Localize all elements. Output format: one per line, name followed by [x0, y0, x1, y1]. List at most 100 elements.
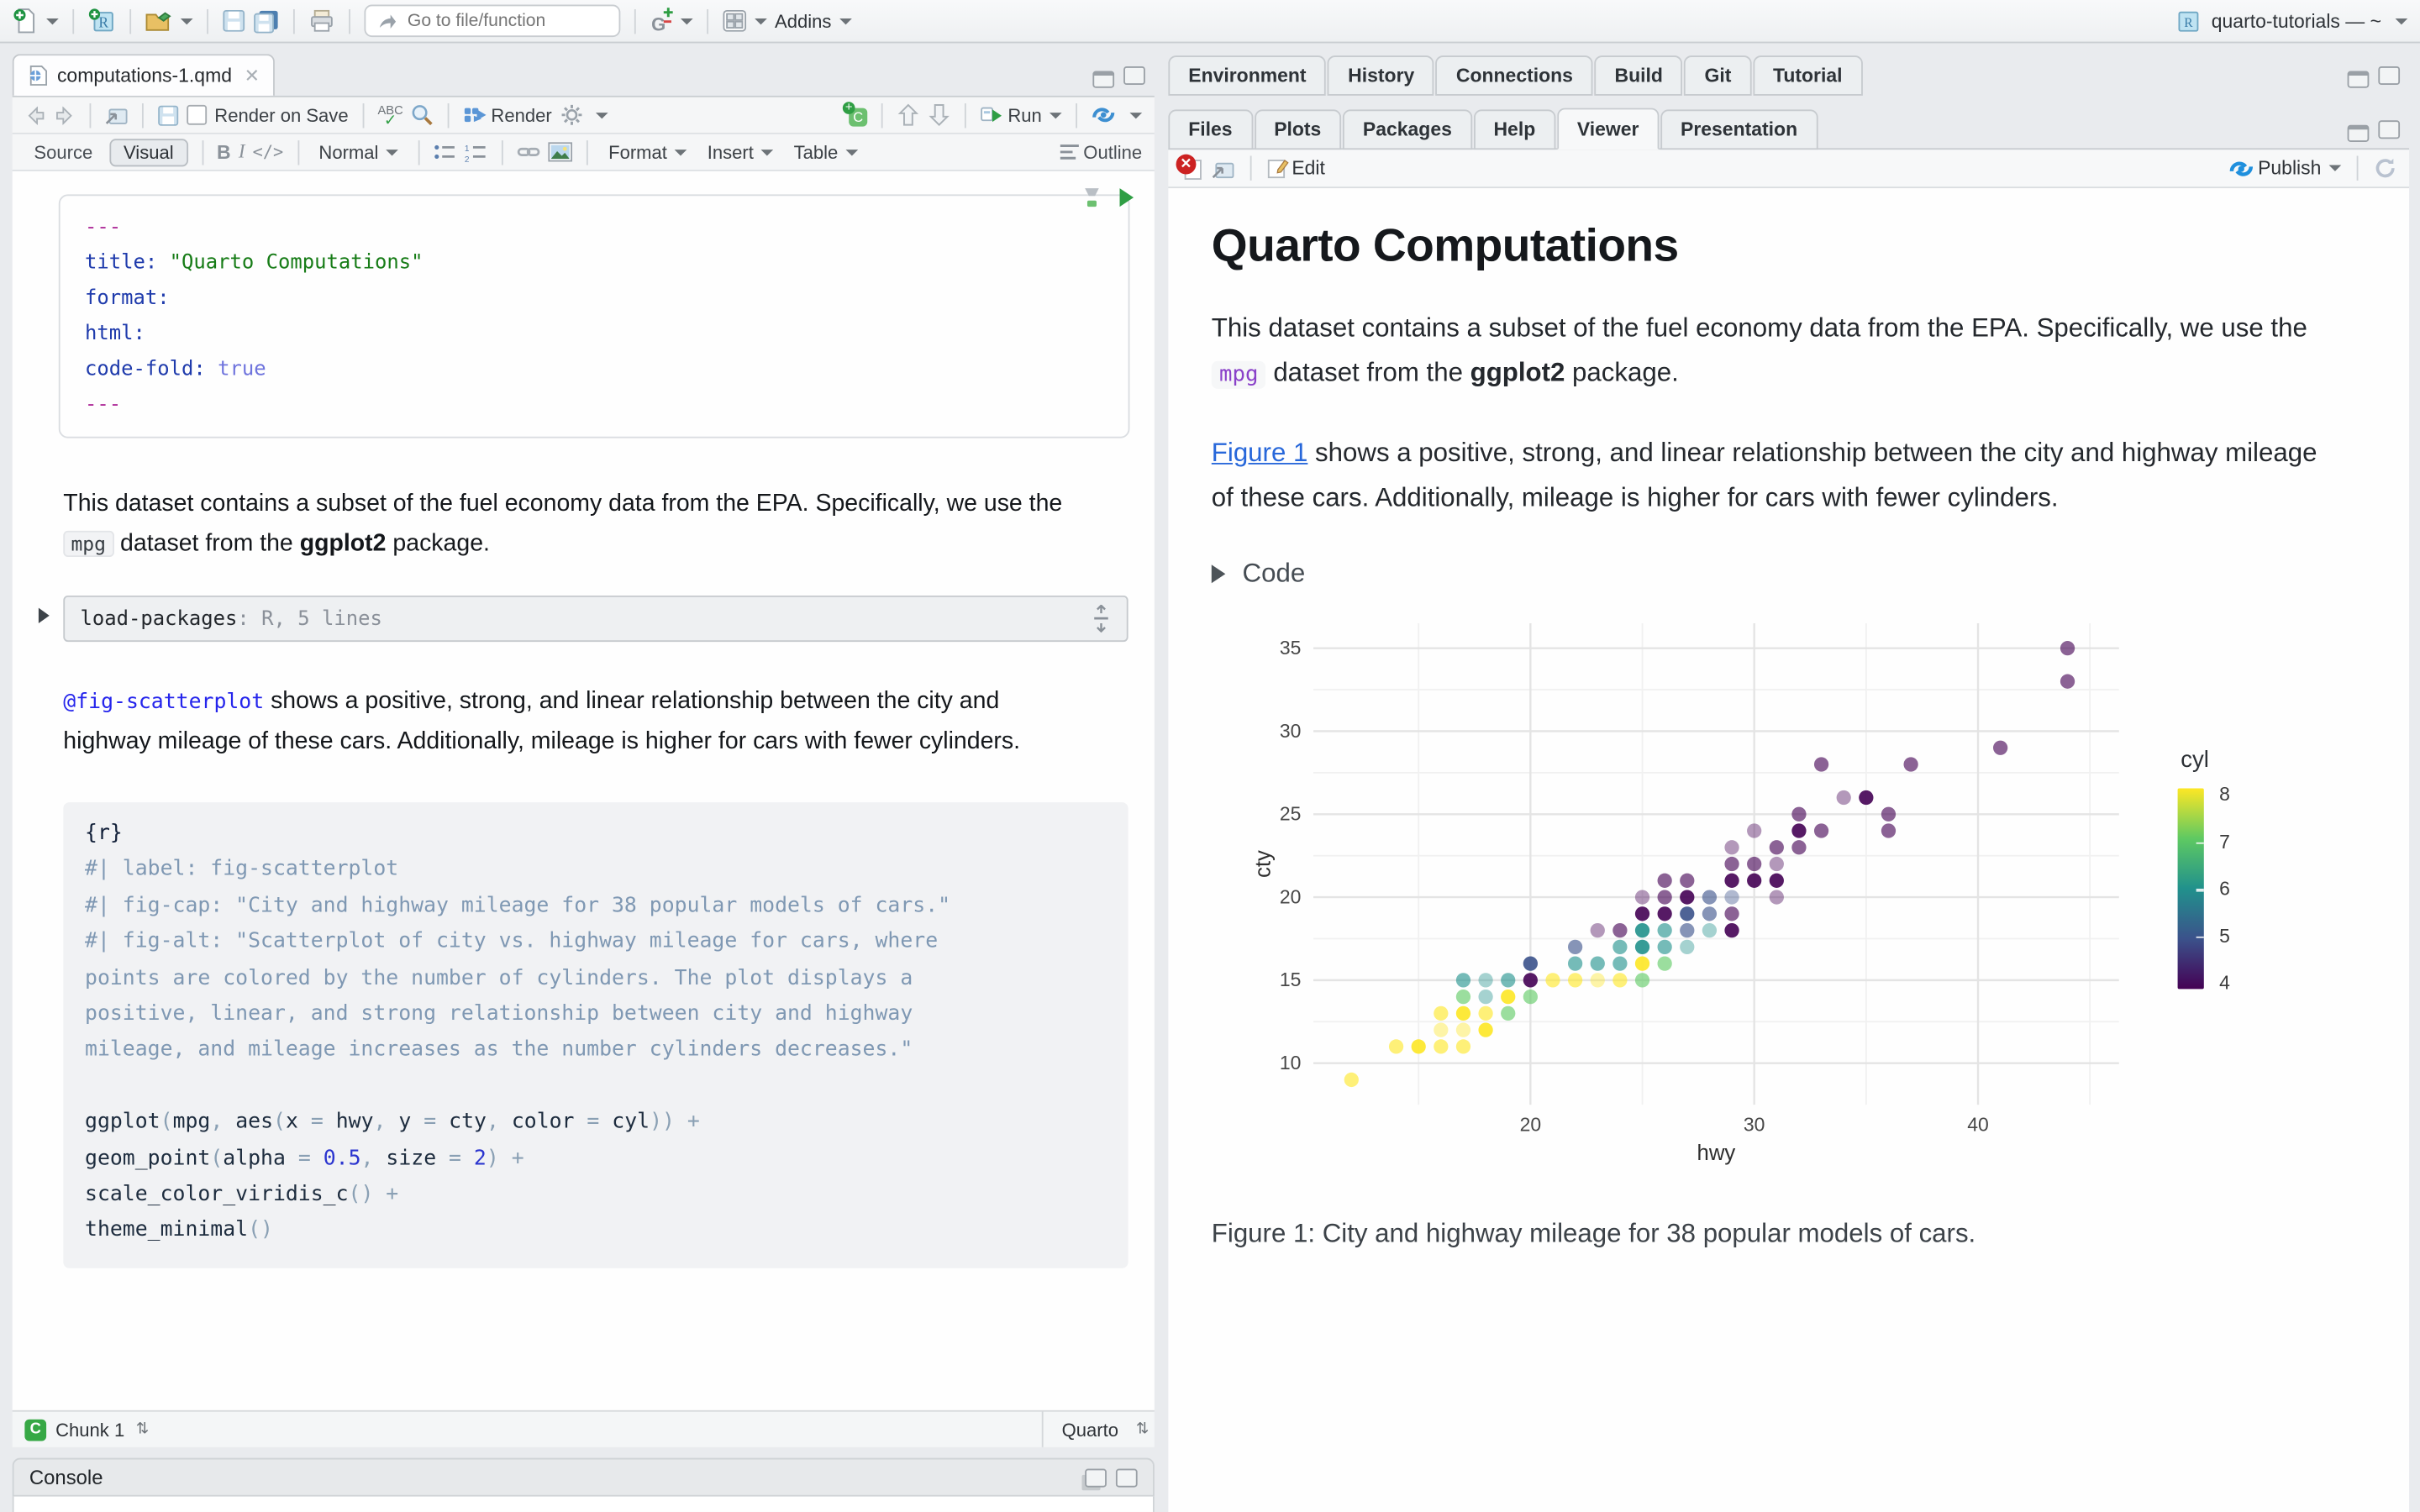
chevron-down-icon	[46, 18, 59, 24]
paragraph-style-select[interactable]: Normal	[313, 141, 405, 163]
chunk-load-packages[interactable]: load-packages: R, 5 lines	[63, 596, 1128, 642]
open-file-button[interactable]	[145, 9, 193, 33]
visual-mode-button[interactable]: Visual	[109, 138, 187, 165]
run-previous-icon[interactable]	[897, 103, 920, 127]
expand-collapse-icon[interactable]	[1092, 605, 1112, 633]
refresh-icon[interactable]	[2374, 157, 2397, 179]
editor-canvas[interactable]: ---title: "Quarto Computations"format: h…	[13, 171, 1155, 1410]
tab-environment[interactable]: Environment	[1168, 55, 1326, 96]
tab-build[interactable]: Build	[1595, 55, 1683, 96]
chunk-options-icon[interactable]	[1082, 186, 1102, 208]
yaml-front-matter[interactable]: ---title: "Quarto Computations"format: h…	[59, 194, 1130, 438]
table-menu[interactable]: Table	[787, 141, 864, 163]
console-header[interactable]: Console	[13, 1458, 1155, 1497]
editor-paragraph-2[interactable]: @fig-scatterplot shows a positive, stron…	[63, 682, 1092, 763]
tab-packages[interactable]: Packages	[1343, 109, 1472, 150]
numbered-list-icon[interactable]: 12	[465, 143, 488, 161]
publish-button[interactable]: Publish	[2228, 157, 2341, 179]
bullet-list-icon[interactable]	[434, 143, 458, 161]
console-pane: Console	[13, 1458, 1155, 1512]
console-body[interactable]	[13, 1497, 1155, 1512]
new-project-button[interactable]: R	[88, 8, 116, 34]
render-icon	[463, 105, 487, 125]
search-icon[interactable]	[411, 103, 434, 127]
stop-button[interactable]: ✕	[1181, 156, 1202, 180]
outline-toggle[interactable]: Outline	[1059, 141, 1142, 163]
code-format-button[interactable]: </>	[253, 142, 284, 162]
save-button[interactable]	[222, 9, 245, 33]
close-icon[interactable]: ✕	[245, 65, 260, 87]
minimize-pane-icon[interactable]	[2348, 71, 2370, 87]
main-toolbar: R G Addi	[0, 0, 2420, 43]
link-icon[interactable]	[518, 142, 541, 162]
popout-icon[interactable]	[1212, 158, 1235, 178]
tab-git[interactable]: Git	[1685, 55, 1752, 96]
tab-plots[interactable]: Plots	[1254, 109, 1341, 150]
git-button[interactable]: G	[650, 8, 692, 34]
tab-files[interactable]: Files	[1168, 109, 1252, 150]
forward-icon[interactable]	[54, 106, 76, 124]
project-menu[interactable]: R quarto-tutorials — ~	[2176, 8, 2408, 33]
svg-text:cty: cty	[1252, 850, 1276, 878]
back-icon[interactable]	[24, 106, 46, 124]
expand-chunk-icon[interactable]	[39, 608, 50, 623]
editor-paragraph-1[interactable]: This dataset contains a subset of the fu…	[63, 485, 1092, 565]
panes-layout-button[interactable]	[723, 9, 767, 33]
legend-tick-label: 4	[2219, 972, 2230, 994]
legend-tick-label: 7	[2219, 831, 2230, 853]
render-button[interactable]: Render	[463, 104, 551, 126]
tab-history[interactable]: History	[1328, 55, 1434, 96]
addins-button[interactable]: Addins	[775, 10, 851, 32]
run-button[interactable]: Run	[980, 104, 1061, 126]
render-on-save-checkbox[interactable]	[187, 105, 207, 125]
popout-icon[interactable]	[105, 105, 129, 125]
insert-chunk-button[interactable]: C +	[843, 103, 867, 127]
gear-icon[interactable]	[560, 103, 583, 127]
chevron-down-icon	[839, 18, 852, 24]
tab-presentation[interactable]: Presentation	[1660, 109, 1818, 150]
environment-tabstrip: Environment History Connections Build Gi…	[1168, 54, 2409, 96]
tab-connections[interactable]: Connections	[1436, 55, 1593, 96]
panes-grid-icon	[723, 9, 747, 33]
tab-computations-qmd[interactable]: computations-1.qmd ✕	[13, 54, 276, 96]
code-disclosure[interactable]: Code	[1212, 559, 2409, 590]
image-icon[interactable]	[548, 142, 572, 162]
chunk-fig-scatterplot[interactable]: {r}#| label: fig-scatterplot#| fig-cap: …	[63, 802, 1128, 1268]
viewer-content[interactable]: Quarto Computations This dataset contain…	[1168, 188, 2409, 1512]
format-menu[interactable]: Format	[602, 141, 693, 163]
save-all-button[interactable]	[253, 8, 279, 33]
tab-viewer[interactable]: Viewer	[1557, 108, 1659, 150]
maximize-pane-icon[interactable]	[1123, 66, 1145, 85]
tab-tutorial[interactable]: Tutorial	[1753, 55, 1862, 96]
git-icon: G	[650, 8, 673, 34]
run-chunk-icon[interactable]	[1118, 186, 1136, 208]
addins-label: Addins	[775, 10, 831, 32]
chunk-navigator[interactable]: Chunk 1 ⇅	[55, 1419, 149, 1441]
rerun-icon[interactable]	[1092, 105, 1118, 125]
minimize-pane-icon[interactable]	[1092, 71, 1114, 87]
source-mode-button[interactable]: Source	[24, 141, 102, 163]
disclosure-triangle-icon	[1212, 564, 1226, 583]
goto-file-search[interactable]	[364, 5, 620, 38]
svg-text:R: R	[2184, 15, 2193, 29]
spellcheck-icon[interactable]: ABC✓	[378, 104, 403, 126]
language-mode-select[interactable]: Quarto ⇅	[1042, 1412, 1142, 1447]
open-folder-icon	[145, 9, 173, 33]
maximize-pane-icon[interactable]	[2378, 120, 2400, 139]
svg-text:R: R	[98, 14, 108, 31]
edit-button[interactable]: Edit	[1267, 157, 1325, 179]
tab-help[interactable]: Help	[1474, 109, 1556, 150]
maximize-pane-icon[interactable]	[2378, 66, 2400, 85]
insert-menu[interactable]: Insert	[701, 141, 780, 163]
maximize-pane-icon[interactable]	[1116, 1468, 1138, 1487]
restore-pane-icon[interactable]	[1085, 1468, 1107, 1487]
new-file-button[interactable]	[13, 8, 59, 34]
italic-button[interactable]: I	[239, 140, 245, 164]
print-button[interactable]	[308, 8, 334, 33]
bold-button[interactable]: B	[217, 141, 231, 163]
files-tabstrip: Files Plots Packages Help Viewer Present…	[1168, 108, 2409, 150]
minimize-pane-icon[interactable]	[2348, 125, 2370, 142]
save-icon[interactable]	[157, 104, 179, 126]
run-next-icon[interactable]	[928, 103, 951, 127]
goto-file-input[interactable]	[404, 10, 596, 32]
